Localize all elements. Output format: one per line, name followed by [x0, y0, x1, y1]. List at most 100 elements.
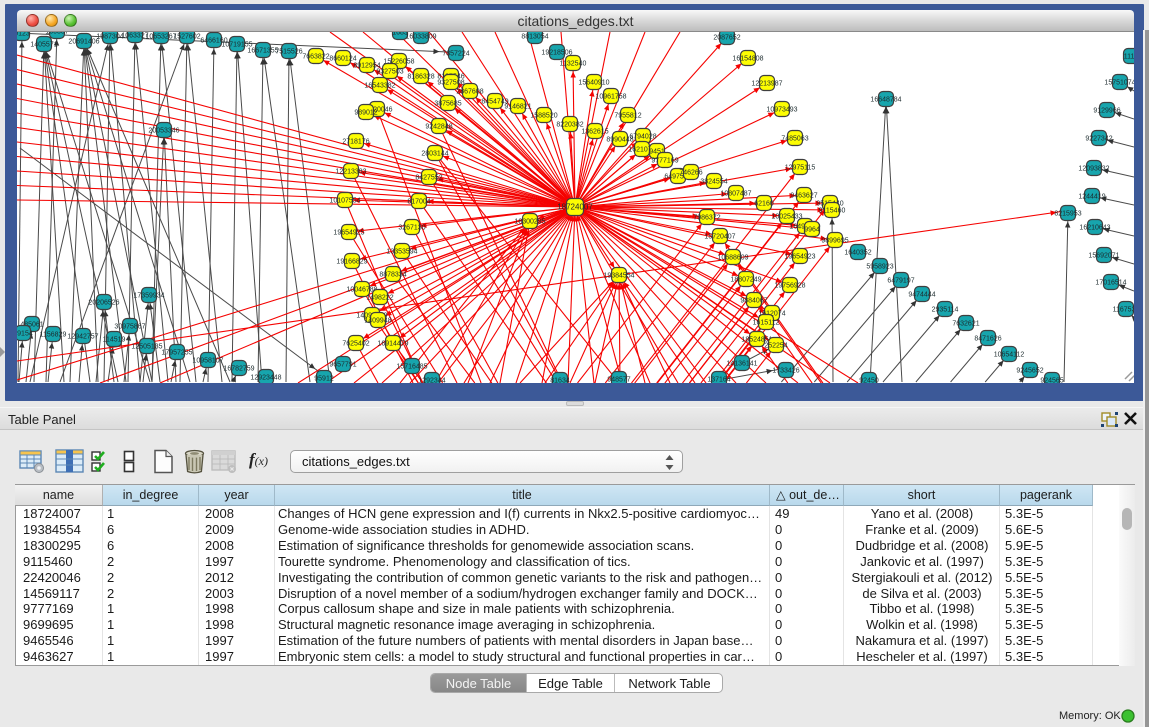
- svg-text:1156829: 1156829: [40, 331, 67, 338]
- svg-text:8215953: 8215953: [1054, 210, 1081, 217]
- svg-text:20053346: 20053346: [148, 127, 179, 134]
- svg-text:1405571: 1405571: [30, 41, 57, 48]
- svg-text:16033809: 16033809: [405, 33, 436, 40]
- svg-text:16914479: 16914479: [377, 340, 408, 347]
- svg-text:7955812: 7955812: [614, 112, 641, 119]
- svg-text:9327508: 9327508: [437, 79, 464, 86]
- svg-text:39154: 39154: [17, 330, 33, 337]
- svg-text:160337: 160337: [45, 32, 68, 35]
- svg-text:948577: 948577: [607, 376, 630, 383]
- svg-text:8471626: 8471626: [974, 335, 1001, 342]
- svg-text:9327503: 9327503: [376, 68, 403, 75]
- svg-text:3875685: 3875685: [434, 100, 461, 107]
- svg-text:10025433: 10025433: [771, 213, 802, 220]
- svg-text:16154808: 16154808: [732, 55, 763, 62]
- svg-text:12942757: 12942757: [67, 333, 98, 340]
- svg-text:7986372: 7986372: [693, 214, 720, 221]
- svg-text:19654923: 19654923: [784, 253, 815, 260]
- svg-text:62160: 62160: [754, 200, 774, 207]
- svg-text:9463627: 9463627: [790, 192, 817, 199]
- svg-text:81634: 81634: [550, 377, 570, 383]
- svg-text:10654112: 10654112: [994, 351, 1025, 358]
- svg-text:13353594: 13353594: [386, 248, 417, 255]
- svg-text:15692071: 15692071: [1088, 252, 1119, 259]
- svg-text:924565: 924565: [1040, 377, 1063, 383]
- svg-text:19654925: 19654925: [333, 229, 364, 236]
- svg-text:2803144: 2803144: [421, 150, 448, 157]
- svg-text:1292344: 1292344: [418, 377, 445, 383]
- svg-text:95912: 95912: [314, 375, 334, 382]
- svg-text:8813054: 8813054: [521, 33, 548, 40]
- svg-text:3267130: 3267130: [398, 224, 425, 231]
- svg-text:20206526: 20206526: [88, 299, 119, 306]
- svg-text:12505135: 12505135: [131, 343, 162, 350]
- svg-text:9242848: 9242848: [425, 123, 452, 130]
- svg-text:1588520: 1588520: [530, 112, 557, 119]
- svg-text:16648784: 16648784: [870, 96, 901, 103]
- svg-text:12975115: 12975115: [785, 164, 816, 171]
- svg-text:10961758: 10961758: [595, 93, 626, 100]
- svg-text:6794028: 6794028: [629, 133, 656, 140]
- svg-text:2087652: 2087652: [713, 34, 740, 41]
- svg-text:15751074: 15751074: [1104, 79, 1134, 86]
- svg-text:6479197: 6479197: [887, 277, 914, 284]
- svg-text:1409948: 1409948: [364, 317, 391, 324]
- svg-text:15640910: 15640910: [578, 79, 609, 86]
- svg-text:7857224: 7857224: [442, 50, 469, 57]
- svg-text:9657791: 9657791: [329, 361, 356, 368]
- svg-text:1733426: 1733426: [772, 367, 799, 374]
- svg-text:1362615: 1362615: [581, 128, 608, 135]
- svg-text:17957255: 17957255: [161, 349, 192, 356]
- svg-text:1167533: 1167533: [1113, 306, 1134, 313]
- svg-text:18724007: 18724007: [557, 202, 593, 211]
- svg-text:12213383: 12213383: [335, 168, 366, 175]
- svg-text:8660124: 8660124: [329, 55, 356, 62]
- svg-text:817004: 817004: [407, 198, 430, 205]
- svg-text:92450: 92450: [859, 377, 879, 383]
- svg-text:10653267: 10653267: [145, 33, 176, 40]
- svg-text:3824554: 3824554: [700, 178, 727, 185]
- svg-text:1527602: 1527602: [173, 33, 200, 40]
- svg-text:18807249: 18807249: [730, 276, 761, 283]
- svg-text:10107554: 10107554: [329, 197, 360, 204]
- svg-text:8186328: 8186328: [407, 73, 434, 80]
- svg-text:1640352: 1640352: [844, 249, 871, 256]
- svg-text:12213987: 12213987: [751, 80, 782, 87]
- svg-text:30975867: 30975867: [114, 323, 145, 330]
- svg-text:15716485: 15716485: [396, 363, 427, 370]
- svg-text:746266: 746266: [679, 169, 702, 176]
- svg-text:9123: 9123: [17, 32, 30, 37]
- svg-text:10807487: 10807487: [720, 190, 751, 197]
- svg-text:9474444: 9474444: [908, 291, 935, 298]
- svg-text:9115460: 9115460: [819, 207, 846, 214]
- svg-text:8878334: 8878334: [379, 271, 406, 278]
- svg-text:19166829: 19166829: [336, 258, 367, 265]
- svg-text:1498222: 1498222: [366, 294, 393, 301]
- svg-text:9899695: 9899695: [821, 237, 848, 244]
- svg-text:15720407: 15720407: [704, 233, 735, 240]
- svg-text:1615112: 1615112: [753, 319, 780, 326]
- svg-text:9964: 9964: [804, 226, 820, 233]
- svg-text:9129966: 9129966: [1093, 107, 1120, 114]
- svg-text:16543382: 16543382: [364, 82, 395, 89]
- svg-text:137164: 137164: [707, 376, 730, 383]
- svg-text:19384554: 19384554: [603, 272, 634, 279]
- svg-text:12923448: 12923448: [250, 374, 281, 381]
- svg-text:7625402: 7625402: [342, 340, 369, 347]
- svg-text:8220382: 8220382: [556, 121, 583, 128]
- svg-text:18300295: 18300295: [514, 218, 545, 225]
- svg-text:252254: 252254: [764, 342, 787, 349]
- svg-text:17016514: 17016514: [1095, 279, 1126, 286]
- svg-text:989012: 989012: [354, 109, 377, 116]
- svg-text:8427552: 8427552: [415, 174, 442, 181]
- svg-text:17359934: 17359934: [133, 292, 164, 299]
- svg-text:5958923: 5958923: [866, 263, 893, 270]
- svg-text:10973493: 10973493: [766, 106, 797, 113]
- svg-text:7632621: 7632621: [952, 320, 979, 327]
- svg-text:7663822: 7663822: [302, 53, 329, 60]
- svg-text:16210643: 16210643: [1079, 224, 1110, 231]
- svg-text:1117: 1117: [1124, 53, 1134, 60]
- svg-text:2867608: 2867608: [456, 88, 483, 95]
- svg-text:9777169: 9777169: [651, 157, 678, 164]
- svg-text:1132540: 1132540: [560, 60, 587, 67]
